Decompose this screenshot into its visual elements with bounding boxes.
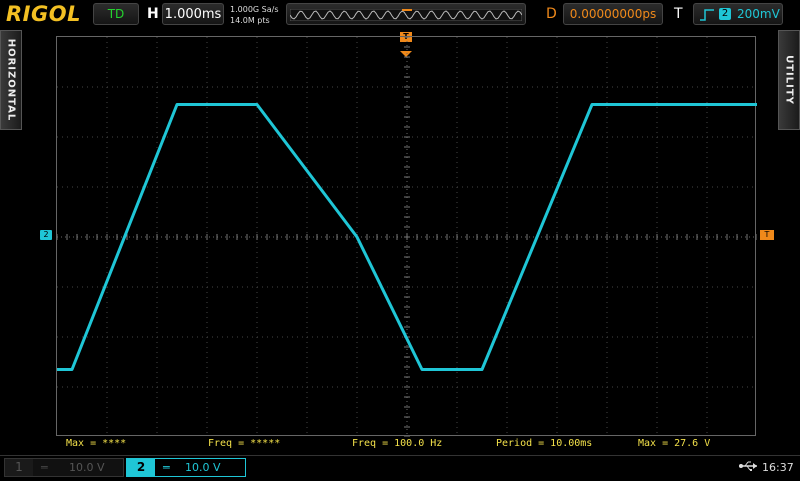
trigger-level: 200mV [737,7,780,21]
top-status-bar: RIGOL TD H 1.000ms 1.000G Sa/s 14.0M pts… [0,0,800,30]
brand-logo: RIGOL [6,2,81,26]
horizontal-letter: H [147,6,159,22]
delay-value: 0.00000000ps [569,7,657,21]
waveform-display[interactable] [56,36,757,437]
utility-tab-label: UTILITY [783,55,795,105]
delay-letter: D [546,6,557,22]
usb-symbol [739,461,757,471]
usb-icon [738,460,758,476]
channel-1-scale: 10.0 V [69,461,105,474]
channel-2-number: 2 [127,459,155,476]
measurement-freq-ch2: Freq = 100.0 Hz [352,438,443,449]
channel-2-button[interactable]: 2 ═ 10.0 V [126,458,246,477]
trigger-box[interactable]: 2 200mV [693,3,783,25]
rising-edge-icon [700,9,714,21]
run-status-box[interactable]: TD [93,3,139,25]
run-status-label: TD [107,7,125,21]
measurement-max-ch2: Max = 27.6 V [638,438,711,449]
delay-box[interactable]: 0.00000000ps [563,3,663,25]
horizontal-tab-label: HORIZONTAL [5,38,17,122]
channel-2-coupling-icon: ═ [163,461,170,474]
sample-rate: 1.000G Sa/s [230,5,279,14]
channel-1-number: 1 [5,459,33,476]
memory-overview-bar[interactable] [286,3,526,25]
utility-menu-tab[interactable]: UTILITY [778,30,800,130]
clock: 16:37 [762,461,794,474]
measurement-max-ch1: Max = **** [66,438,127,449]
horizontal-menu-tab[interactable]: HORIZONTAL [0,30,22,130]
channel-1-coupling-icon: ═ [41,461,48,474]
channel-offset-marker[interactable]: 2 [40,230,52,240]
measurement-period-ch2: Period = 10.00ms [496,438,593,449]
channel-2-scale: 10.0 V [185,461,221,474]
timebase-box[interactable]: 1.000ms [162,3,224,25]
memory-overview-waveform [290,9,522,21]
waveform-grid [57,37,757,437]
timebase-value: 1.000ms [164,7,222,22]
trigger-letter: T [674,6,683,22]
acquisition-info: 1.000G Sa/s 14.0M pts [230,4,279,26]
measurement-freq-ch1: Freq = ***** [208,438,281,449]
channel-1-button[interactable]: 1 ═ 10.0 V [4,458,124,477]
trigger-level-marker[interactable]: T [760,230,774,240]
trigger-source-badge: 2 [719,8,731,20]
memory-depth: 14.0M pts [230,16,270,25]
